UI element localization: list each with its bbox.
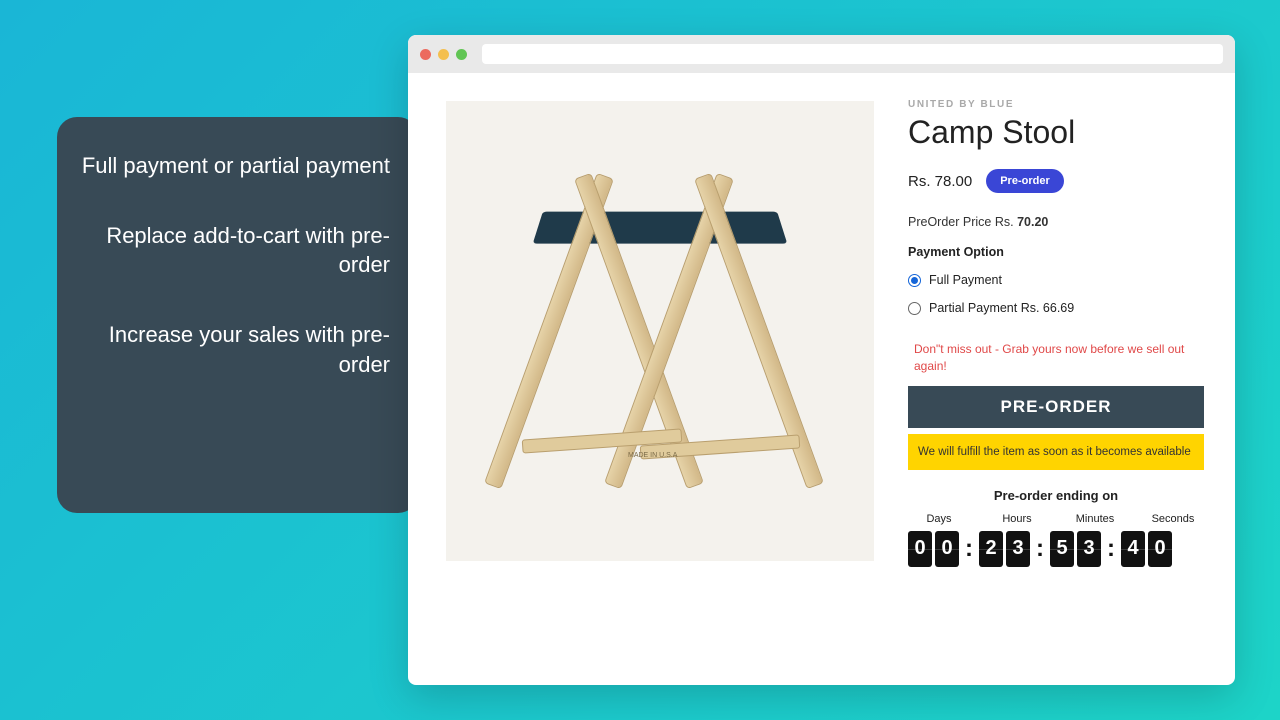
digit: 3	[1077, 531, 1101, 567]
product-title: Camp Stool	[908, 114, 1204, 151]
countdown-labels: Days Hours Minutes Seconds	[908, 513, 1204, 525]
product-page: MADE IN U.S.A UNITED BY BLUE Camp Stool …	[408, 73, 1235, 685]
traffic-light-min-icon[interactable]	[438, 49, 449, 60]
radio-icon	[908, 302, 921, 315]
product-info-column: UNITED BY BLUE Camp Stool Rs. 78.00 Pre-…	[908, 99, 1204, 567]
browser-window: MADE IN U.S.A UNITED BY BLUE Camp Stool …	[408, 35, 1235, 685]
made-in-label: MADE IN U.S.A	[628, 452, 677, 459]
countdown-heading: Pre-order ending on	[908, 488, 1204, 503]
stock-warning: Don"t miss out - Grab yours now before w…	[908, 341, 1204, 376]
feature-callout: Full payment or partial payment Replace …	[57, 117, 418, 513]
url-bar[interactable]	[482, 44, 1223, 64]
hours-pair: 2 3	[979, 531, 1030, 567]
digit: 0	[935, 531, 959, 567]
digit: 0	[908, 531, 932, 567]
full-payment-label: Full Payment	[929, 273, 1002, 287]
label-minutes: Minutes	[1066, 513, 1124, 525]
full-payment-radio[interactable]: Full Payment	[908, 273, 1204, 287]
product-image: MADE IN U.S.A	[446, 101, 874, 561]
stool-illustration: MADE IN U.S.A	[500, 156, 820, 506]
traffic-light-max-icon[interactable]	[456, 49, 467, 60]
minutes-pair: 5 3	[1050, 531, 1101, 567]
digit: 0	[1148, 531, 1172, 567]
payment-option-heading: Payment Option	[908, 245, 1204, 259]
preorder-button[interactable]: PRE-ORDER	[908, 386, 1204, 428]
fulfillment-notice: We will fulfill the item as soon as it b…	[908, 434, 1204, 470]
countdown-timer: 0 0 : 2 3 : 5 3 : 4 0	[908, 531, 1204, 567]
colon-icon: :	[1036, 535, 1044, 563]
days-pair: 0 0	[908, 531, 959, 567]
preorder-badge: Pre-order	[986, 169, 1064, 193]
callout-line: Increase your sales with pre-order	[77, 320, 390, 379]
digit: 4	[1121, 531, 1145, 567]
callout-line: Replace add-to-cart with pre-order	[77, 221, 390, 280]
traffic-light-close-icon[interactable]	[420, 49, 431, 60]
colon-icon: :	[965, 535, 973, 563]
colon-icon: :	[1107, 535, 1115, 563]
radio-icon	[908, 274, 921, 287]
digit: 5	[1050, 531, 1074, 567]
product-price: Rs. 78.00	[908, 173, 972, 190]
browser-titlebar	[408, 35, 1235, 73]
partial-payment-radio[interactable]: Partial Payment Rs. 66.69	[908, 301, 1204, 315]
preorder-price-label: PreOrder Price Rs.	[908, 215, 1014, 229]
preorder-price: PreOrder Price Rs. 70.20	[908, 215, 1204, 229]
brand-label: UNITED BY BLUE	[908, 99, 1204, 110]
partial-payment-label: Partial Payment Rs. 66.69	[929, 301, 1074, 315]
label-seconds: Seconds	[1144, 513, 1202, 525]
digit: 3	[1006, 531, 1030, 567]
digit: 2	[979, 531, 1003, 567]
callout-line: Full payment or partial payment	[77, 151, 390, 181]
seconds-pair: 4 0	[1121, 531, 1172, 567]
preorder-price-value: 70.20	[1017, 215, 1048, 229]
label-days: Days	[910, 513, 968, 525]
label-hours: Hours	[988, 513, 1046, 525]
